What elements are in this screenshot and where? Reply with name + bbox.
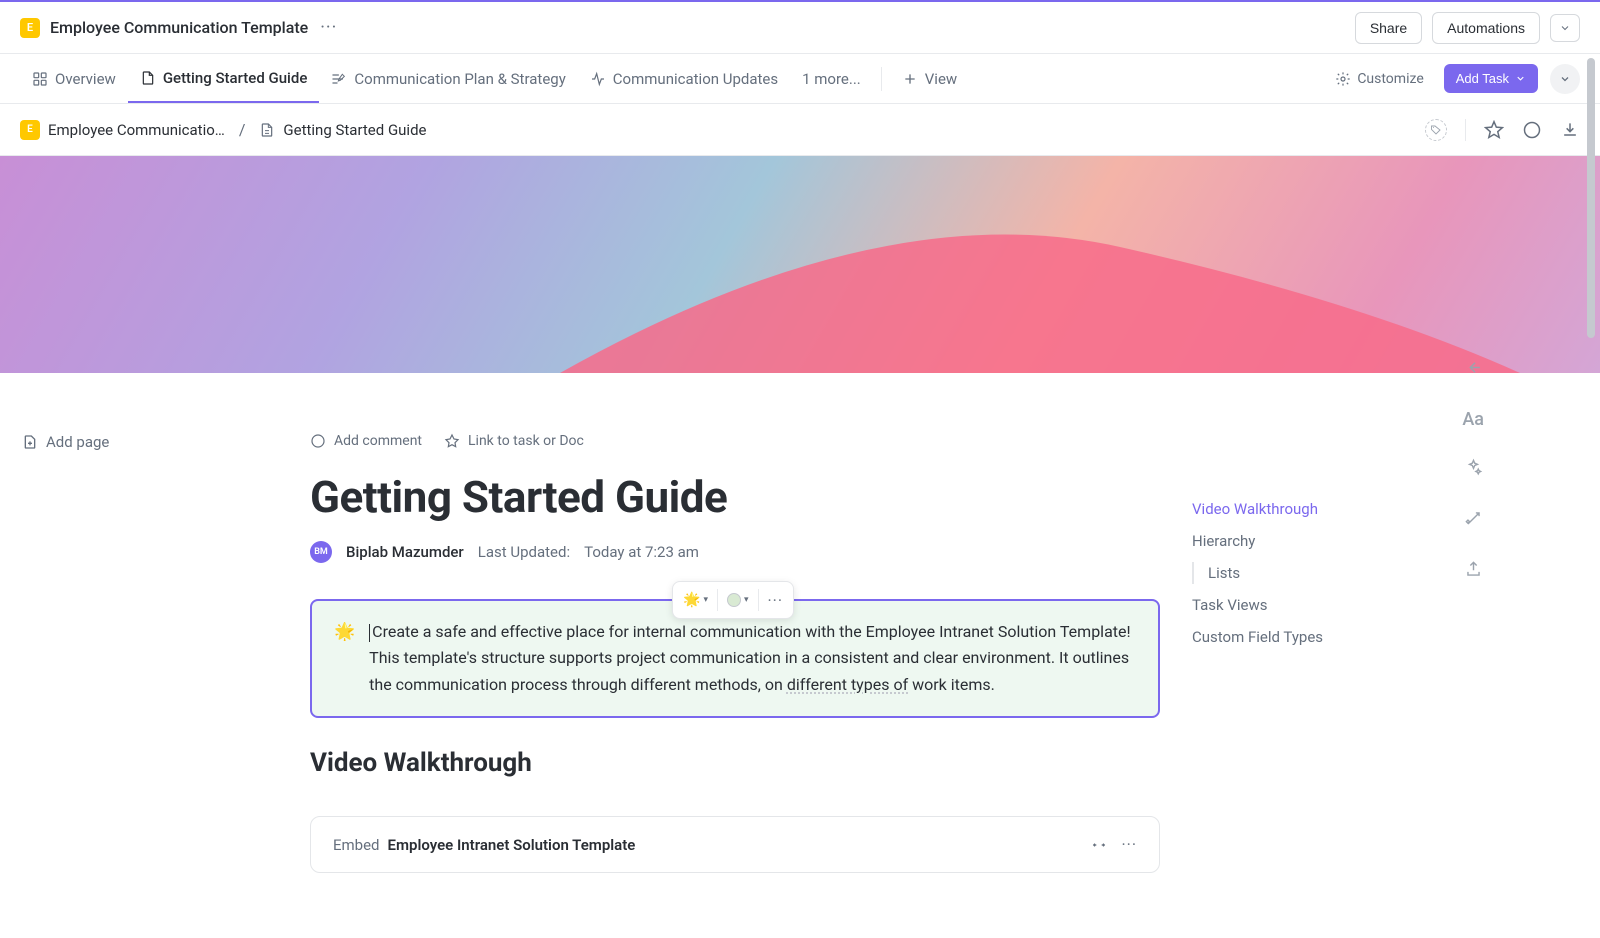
outline-item-custom-fields[interactable]: Custom Field Types xyxy=(1192,626,1490,648)
chevron-down-icon xyxy=(1559,22,1571,34)
star-icon xyxy=(1484,120,1504,140)
outline-item-lists[interactable]: Lists xyxy=(1192,562,1490,584)
overflow-button[interactable] xyxy=(1550,64,1580,94)
breadcrumb-current-label: Getting Started Guide xyxy=(283,121,426,139)
author-avatar[interactable]: BM xyxy=(310,541,332,563)
breadcrumbs: E Employee Communicatio… / Getting Start… xyxy=(0,104,1600,156)
embed-label: Embed xyxy=(333,836,380,854)
tag-icon xyxy=(1430,124,1442,136)
doc-icon xyxy=(259,122,275,138)
outline-item-video[interactable]: Video Walkthrough xyxy=(1192,498,1490,520)
automations-button[interactable]: Automations xyxy=(1432,12,1540,44)
divider xyxy=(758,589,759,611)
magic-button[interactable] xyxy=(1464,509,1483,532)
divider xyxy=(1465,119,1466,141)
callout-text[interactable]: Create a safe and effective place for in… xyxy=(369,619,1136,698)
callout-block[interactable]: 🌟 ▾ ▾ ··· 🌟 Create a safe and effective … xyxy=(310,599,1160,718)
activity-icon xyxy=(590,71,606,87)
embed-card[interactable]: Embed Employee Intranet Solution Templat… xyxy=(310,816,1160,873)
add-comment-label: Add comment xyxy=(334,433,422,449)
plus-icon xyxy=(902,71,918,87)
tab-getting-started[interactable]: Getting Started Guide xyxy=(128,54,320,103)
expand-icon[interactable] xyxy=(1091,837,1107,853)
toolbar-color-picker[interactable]: ▾ xyxy=(721,589,755,611)
link-icon xyxy=(444,433,460,449)
export-button[interactable] xyxy=(1464,560,1483,583)
add-comment-button[interactable]: Add comment xyxy=(310,433,422,449)
download-icon xyxy=(1560,120,1580,140)
add-task-label: Add Task xyxy=(1456,71,1509,86)
workspace-icon[interactable]: E xyxy=(20,18,40,38)
last-updated-label: Last Updated: xyxy=(478,543,570,561)
scrollbar[interactable] xyxy=(1584,58,1598,938)
outline-list: Video Walkthrough Hierarchy Lists Task V… xyxy=(1192,498,1490,648)
embed-more-icon[interactable]: ··· xyxy=(1121,835,1137,854)
tab-label: Communication Updates xyxy=(613,70,778,88)
tab-comm-plan[interactable]: Communication Plan & Strategy xyxy=(319,54,577,103)
tab-label: Getting Started Guide xyxy=(163,69,308,87)
breadcrumb-separator: / xyxy=(239,120,246,139)
add-page-label: Add page xyxy=(46,433,109,451)
link-task-label: Link to task or Doc xyxy=(468,433,584,449)
section-heading-video[interactable]: Video Walkthrough xyxy=(310,748,1160,778)
chevron-down-icon xyxy=(1559,73,1571,85)
tab-add-view[interactable]: View xyxy=(890,54,969,103)
divider xyxy=(717,589,718,611)
tabs-bar: Overview Getting Started Guide Communica… xyxy=(0,54,1600,104)
automations-chevron-button[interactable] xyxy=(1550,14,1580,42)
customize-label: Customize xyxy=(1357,71,1423,87)
add-task-button[interactable]: Add Task xyxy=(1444,64,1538,93)
toolbar-more-icon[interactable]: ··· xyxy=(762,591,790,610)
outline-item-hierarchy[interactable]: Hierarchy xyxy=(1192,530,1490,552)
embed-title: Employee Intranet Solution Template xyxy=(388,836,636,854)
share-button[interactable]: Share xyxy=(1355,12,1422,44)
chevron-down-icon xyxy=(1515,73,1526,84)
add-page-icon xyxy=(22,434,38,450)
header-bar: E Employee Communication Template ··· Sh… xyxy=(0,2,1600,54)
wave-illustration xyxy=(560,193,1520,373)
callout-emoji[interactable]: 🌟 xyxy=(334,619,355,698)
page-title[interactable]: Getting Started Guide xyxy=(310,471,1160,523)
comment-icon xyxy=(310,433,326,449)
chevron-down-icon: ▾ xyxy=(703,595,708,605)
breadcrumb-current[interactable]: Getting Started Guide xyxy=(259,121,426,139)
workspace-icon: E xyxy=(20,120,40,140)
download-button[interactable] xyxy=(1560,120,1580,140)
color-swatch-icon xyxy=(727,593,741,607)
gear-icon xyxy=(1335,71,1351,87)
overview-icon xyxy=(32,71,48,87)
doc-icon xyxy=(140,70,156,86)
workspace-title[interactable]: Employee Communication Template xyxy=(50,18,308,37)
breadcrumb-parent[interactable]: E Employee Communicatio… xyxy=(20,120,225,140)
toolbar-emoji-picker[interactable]: 🌟 ▾ xyxy=(677,588,714,612)
star-button[interactable] xyxy=(1484,120,1504,140)
floating-toolbar: 🌟 ▾ ▾ ··· xyxy=(672,581,794,619)
collapse-outline-button[interactable] xyxy=(1464,358,1483,381)
tag-button[interactable] xyxy=(1425,119,1447,141)
link-task-button[interactable]: Link to task or Doc xyxy=(444,433,584,449)
doc-meta: BM Biplab Mazumder Last Updated: Today a… xyxy=(310,541,1160,563)
cover-image[interactable] xyxy=(0,156,1600,373)
tab-label: Communication Plan & Strategy xyxy=(354,70,565,88)
divider xyxy=(881,67,882,91)
customize-button[interactable]: Customize xyxy=(1327,65,1431,93)
comment-icon xyxy=(1522,120,1542,140)
scrollbar-thumb[interactable] xyxy=(1587,58,1595,338)
tab-more[interactable]: 1 more... xyxy=(790,70,873,88)
author-name[interactable]: Biplab Mazumder xyxy=(346,543,464,561)
sparkle-icon: 🌟 xyxy=(683,592,700,608)
breadcrumb-parent-label: Employee Communicatio… xyxy=(48,121,225,139)
outline-item-task-views[interactable]: Task Views xyxy=(1192,594,1490,616)
chevron-down-icon: ▾ xyxy=(744,595,749,605)
add-page-button[interactable]: Add page xyxy=(20,433,310,451)
tab-overview[interactable]: Overview xyxy=(20,54,128,103)
ai-button[interactable] xyxy=(1464,458,1483,481)
tab-comm-updates[interactable]: Communication Updates xyxy=(578,54,790,103)
gantt-icon xyxy=(331,71,347,87)
tab-label: Overview xyxy=(55,70,116,88)
tab-label: View xyxy=(925,70,957,88)
last-updated-value: Today at 7:23 am xyxy=(584,543,699,561)
typography-button[interactable]: Aa xyxy=(1462,409,1484,430)
comment-button[interactable] xyxy=(1522,120,1542,140)
